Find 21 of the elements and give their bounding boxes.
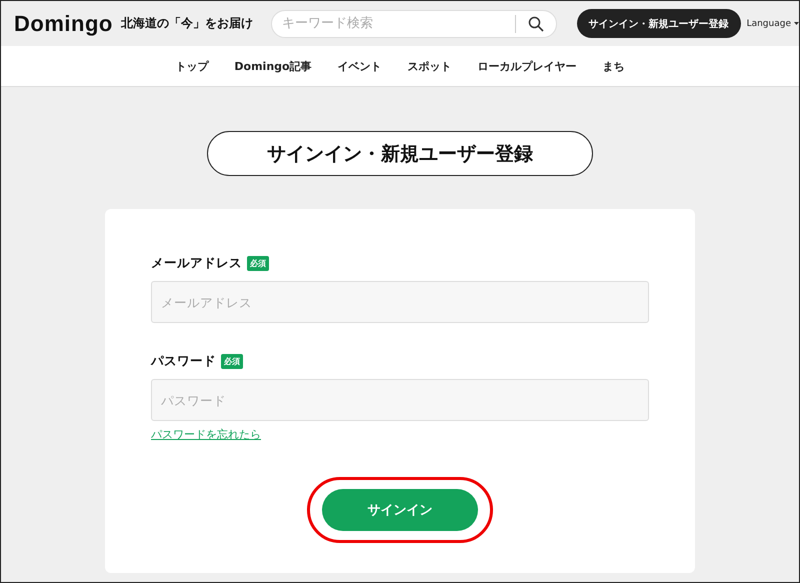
required-badge: 必須 xyxy=(247,256,269,271)
nav-link[interactable]: イベント xyxy=(338,58,382,74)
caret-icon[interactable] xyxy=(794,22,799,25)
nav-link[interactable]: まち xyxy=(602,58,625,74)
page-title: サインイン・新規ユーザー登録 xyxy=(207,131,593,176)
nav-link[interactable]: トップ xyxy=(175,58,208,74)
search-bar[interactable]: キーワード検索 xyxy=(270,10,557,38)
input-field[interactable]: メールアドレス xyxy=(151,281,649,323)
required-badge: 必須 xyxy=(221,354,243,369)
nav-link[interactable]: Domingo記事 xyxy=(234,58,312,74)
field-label: メールアドレス xyxy=(151,255,242,272)
search-field[interactable]: キーワード検索 xyxy=(272,15,515,32)
input-field[interactable]: パスワード xyxy=(151,379,649,421)
tagline: 北海道の「今」をお届け xyxy=(120,15,253,32)
language-menu[interactable]: Language xyxy=(746,18,791,28)
nav-link[interactable]: ローカルプレイヤー xyxy=(478,58,577,74)
signin-register-button[interactable]: サインイン・新規ユーザー登録 xyxy=(576,9,741,38)
logo[interactable]: Domingo xyxy=(14,10,113,36)
search-icon[interactable] xyxy=(528,16,544,32)
nav-link[interactable]: スポット xyxy=(408,58,452,74)
field-label: パスワード xyxy=(151,353,216,370)
